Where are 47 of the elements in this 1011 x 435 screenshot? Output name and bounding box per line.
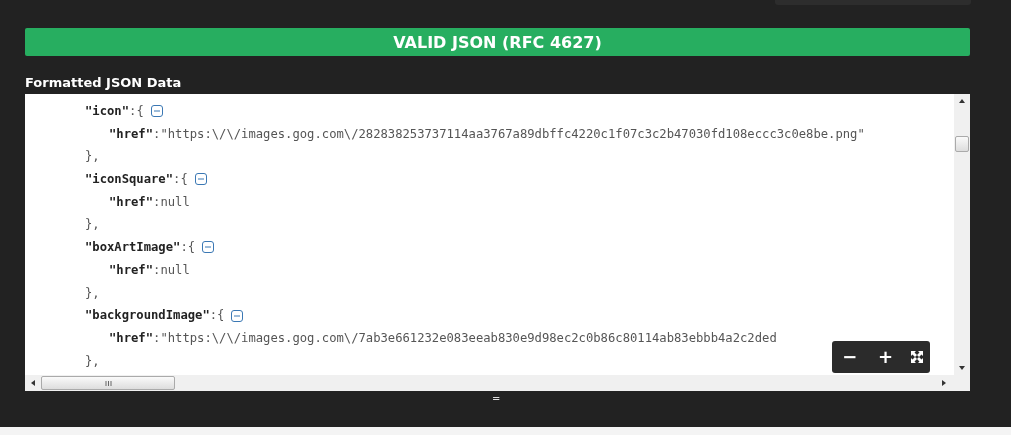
collapse-icon[interactable] [231,309,244,322]
json-key: "boxArtImage" [85,236,181,259]
grip-icon [104,379,112,387]
punctuation: : [180,239,188,257]
scrollbar-thumb[interactable] [41,376,175,390]
scroll-left-icon[interactable] [29,379,37,387]
punctuation: : [129,103,137,120]
json-key: "href" [109,326,154,350]
json-key: "icon" [85,100,130,123]
punctuation: : [153,193,161,211]
zoom-out-button[interactable]: − [838,347,862,367]
json-key: "href" [109,122,154,146]
json-key: "href" [109,258,154,282]
zoom-in-button[interactable]: + [874,347,898,367]
horizontal-scrollbar[interactable] [25,375,970,391]
punctuation: : [209,307,218,325]
json-value: "https:\/\/images.gog.com\/7ab3e661232e083eeab830e9d98ec2c0b86c80114ab83ebbb4a2c2ded [160,329,777,347]
scroll-up-icon[interactable] [958,97,966,105]
punctuation: : [153,261,161,279]
scrollbar-thumb[interactable] [955,136,969,152]
json-key: "href" [109,190,154,214]
punctuation: { [136,103,144,120]
punctuation: : [173,171,181,189]
punctuation: { [217,307,225,325]
json-value: "https:\/\/images.gog.com\/282838253737114aa3767a89dbffc4220c1f07c3c2b47030fd108eccc3c0e8be.png" [160,125,865,143]
vertical-scrollbar[interactable] [954,94,970,375]
fullscreen-icon[interactable] [909,350,924,364]
punctuation: : [153,125,161,143]
punctuation: : [153,329,161,347]
punctuation: }, [85,216,100,234]
punctuation: }, [85,148,100,166]
json-value: null [160,261,190,279]
section-title: Formatted JSON Data [25,75,183,92]
resize-handle[interactable]: = [492,394,501,404]
punctuation: { [180,171,188,189]
json-key: "backgroundImage" [85,304,210,327]
punctuation: }, [85,284,100,302]
validation-banner: VALID JSON (RFC 4627) [25,28,970,56]
collapse-icon[interactable] [150,105,163,118]
collapse-icon[interactable] [194,173,207,186]
scroll-right-icon[interactable] [940,379,948,387]
scroll-down-icon[interactable] [958,364,966,372]
collapse-icon[interactable] [202,241,215,254]
json-value: null [160,193,190,211]
punctuation: { [187,239,196,257]
punctuation: }, [85,352,100,370]
json-key: "iconSquare" [85,168,174,191]
